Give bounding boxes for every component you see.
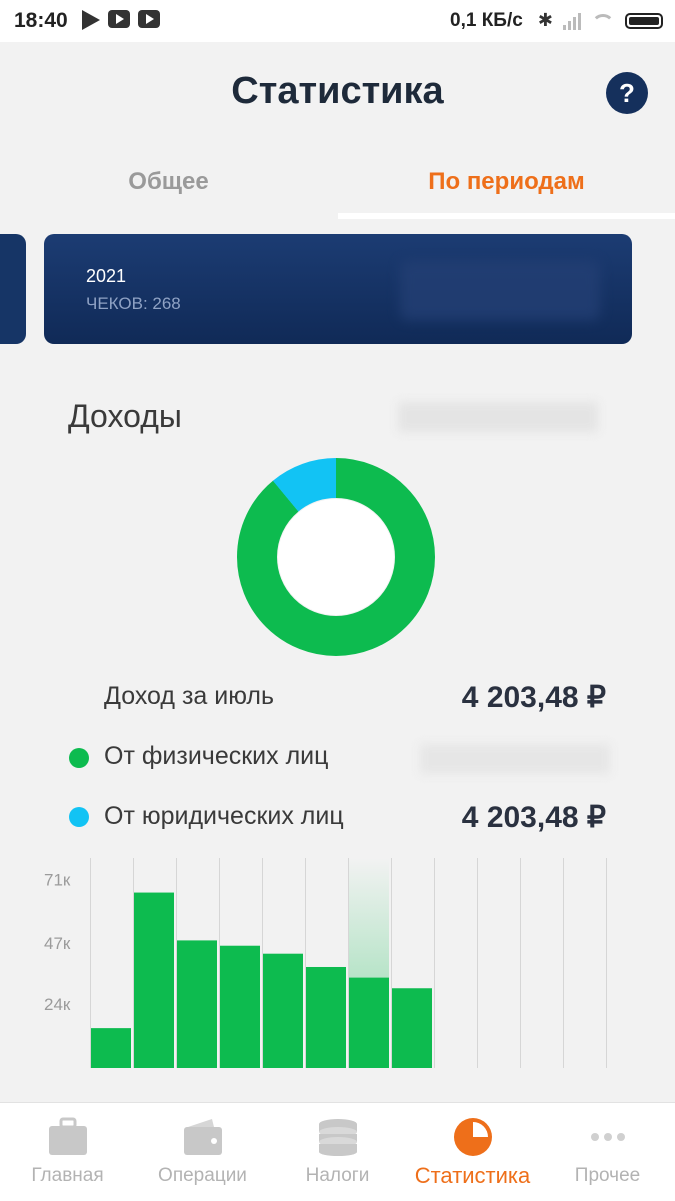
blurred-income-total [398, 402, 598, 432]
bottom-navigation: Главная Операции Налоги Статистика Проче… [0, 1102, 675, 1201]
chart-bar[interactable] [91, 1028, 131, 1068]
signal-icon [563, 12, 581, 30]
coins-icon [319, 1119, 357, 1156]
nav-item-more[interactable]: Прочее [540, 1103, 675, 1201]
notification-icons [82, 10, 160, 30]
youtube-icon [108, 10, 130, 28]
network-speed: 0,1 КБ/с [450, 10, 523, 31]
legal-label: От юридических лиц [104, 802, 344, 830]
briefcase-icon [49, 1117, 87, 1155]
nav-label-taxes: Налоги [305, 1165, 370, 1186]
legal-amount: 4 203,48 ₽ [461, 801, 606, 834]
battery-icon [625, 12, 663, 29]
youtube-icon [138, 10, 160, 28]
donut-hole [278, 499, 394, 615]
nav-item-operations[interactable]: Операции [135, 1103, 270, 1201]
nav-item-main[interactable]: Главная [0, 1103, 135, 1201]
app-header: Статистика ? [0, 42, 675, 142]
tab-periods[interactable]: По периодам [338, 168, 675, 196]
legal-legend-dot [69, 807, 89, 827]
nav-label-more: Прочее [574, 1165, 641, 1186]
chart-bar[interactable] [349, 977, 389, 1068]
bluetooth-icon: ✱ [537, 10, 553, 30]
status-bar: 18:40 0,1 КБ/с ✱ [0, 0, 675, 42]
page-title: Статистика [231, 70, 444, 112]
active-tab-indicator [338, 213, 675, 219]
income-title: Доходы [68, 398, 182, 434]
month-income-label: Доход за июль [104, 682, 275, 710]
status-icons-right: ✱ [538, 10, 663, 31]
nav-label-operations: Операции [158, 1165, 247, 1186]
blurred-individuals-amount [420, 744, 610, 774]
chart-bar[interactable] [306, 966, 346, 1068]
chart-y-tick-label: 24к [44, 995, 71, 1014]
pie-chart-icon [454, 1118, 492, 1156]
previous-period-card[interactable] [0, 234, 26, 344]
tabs: Общее По периодам [0, 150, 675, 220]
chart-y-tick-label: 47к [44, 934, 71, 953]
individuals-label: От физических лиц [104, 742, 329, 770]
tab-general[interactable]: Общее [0, 168, 337, 196]
chart-bar[interactable] [392, 988, 432, 1068]
chart-y-tick-label: 71к [44, 870, 71, 889]
help-button[interactable]: ? [606, 72, 648, 114]
nav-label-main: Главная [31, 1165, 104, 1186]
chart-bar[interactable] [220, 945, 260, 1068]
chart-bar[interactable] [134, 892, 174, 1068]
more-dots-icon [591, 1133, 625, 1141]
nav-item-statistics[interactable]: Статистика [405, 1103, 540, 1201]
status-time: 18:40 [14, 9, 68, 32]
blurred-total [400, 260, 600, 320]
period-checks-count: ЧЕКОВ: 268 [86, 294, 181, 313]
month-income-amount: 4 203,48 ₽ [461, 681, 606, 714]
individuals-legend-dot [69, 748, 89, 768]
chart-bar[interactable] [177, 940, 217, 1068]
chart-bar[interactable] [263, 953, 303, 1068]
nav-label-statistics: Статистика [414, 1163, 531, 1188]
wifi-icon [591, 12, 615, 30]
period-card[interactable]: 2021 ЧЕКОВ: 268 [44, 234, 632, 344]
nav-item-taxes[interactable]: Налоги [270, 1103, 405, 1201]
arrow-app-icon [82, 10, 100, 30]
period-year: 2021 [86, 266, 127, 286]
income-donut-chart [237, 458, 435, 656]
wallet-icon [184, 1119, 222, 1155]
monthly-income-bar-chart: 71к 47к 24к [44, 858, 607, 1068]
